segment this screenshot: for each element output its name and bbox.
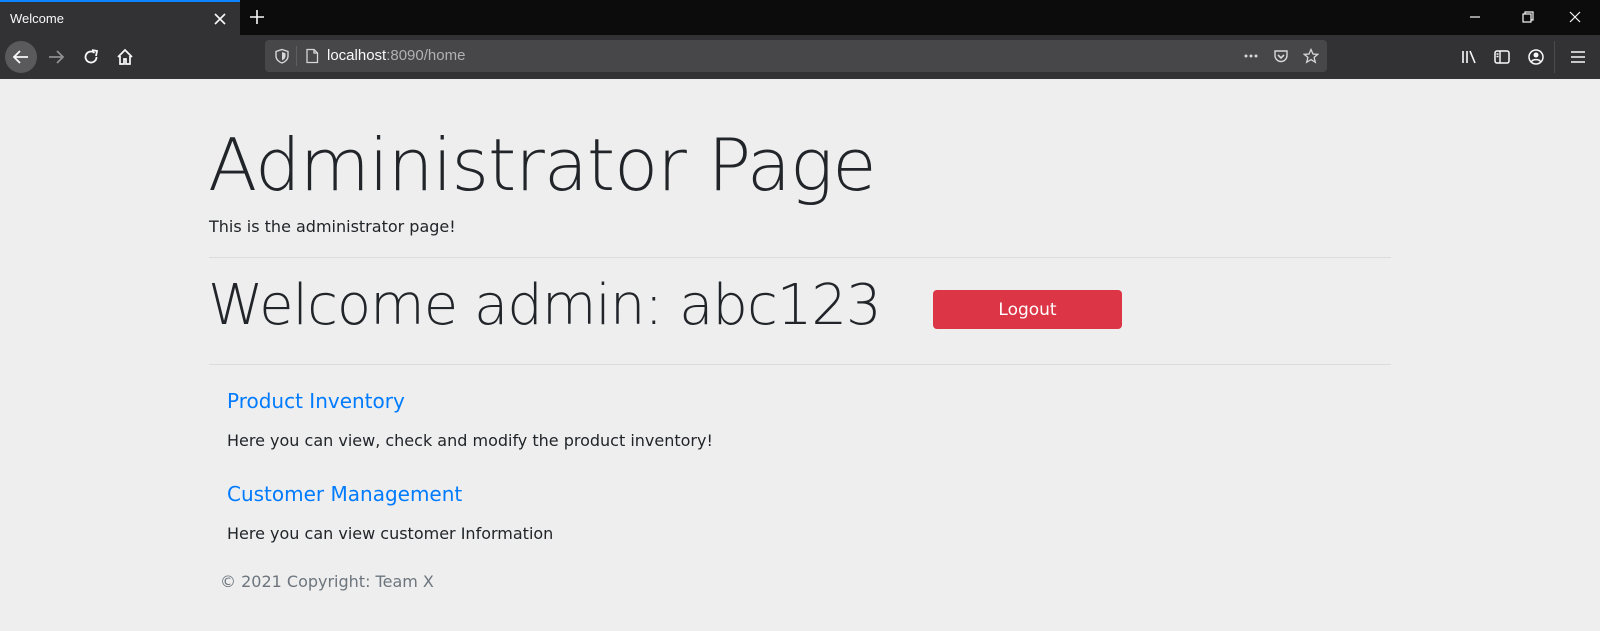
page-title: Administrator Page	[208, 123, 877, 207]
new-tab-icon[interactable]	[248, 8, 266, 26]
page-subtitle: This is the administrator page!	[209, 217, 456, 236]
browser-tab[interactable]: Welcome	[0, 0, 240, 35]
library-icon[interactable]	[1460, 48, 1478, 66]
url-text[interactable]: localhost:8090/home	[327, 47, 465, 64]
product-inventory-link[interactable]: Product Inventory	[227, 389, 405, 413]
nav-toolbar: localhost:8090/home	[0, 35, 1600, 79]
tab-title: Welcome	[10, 11, 64, 26]
divider	[209, 257, 1391, 258]
page-content: Administrator Page This is the administr…	[0, 79, 1600, 631]
url-path: :8090/home	[386, 47, 466, 64]
reload-icon	[84, 49, 99, 64]
url-host: localhost	[327, 47, 387, 64]
bookmark-star-icon[interactable]	[1303, 48, 1319, 64]
arrow-right-icon	[49, 50, 65, 64]
customer-management-link[interactable]: Customer Management	[227, 482, 462, 506]
pocket-icon[interactable]	[1273, 48, 1289, 64]
home-icon	[117, 48, 133, 65]
shield-icon[interactable]	[274, 48, 290, 64]
back-button[interactable]	[5, 41, 37, 73]
divider	[209, 364, 1391, 365]
more-actions-icon[interactable]	[1243, 48, 1259, 64]
home-button[interactable]	[109, 41, 141, 73]
restore-icon[interactable]	[1521, 10, 1535, 24]
page-icon[interactable]	[304, 48, 320, 64]
close-tab-icon[interactable]	[212, 11, 228, 27]
logout-button[interactable]: Logout	[933, 290, 1122, 329]
window-close-icon[interactable]	[1568, 10, 1582, 24]
sidebar-icon[interactable]	[1493, 48, 1511, 66]
forward-button[interactable]	[40, 41, 72, 73]
tab-bar: Welcome	[0, 0, 1600, 35]
account-icon[interactable]	[1527, 48, 1545, 66]
welcome-heading: Welcome admin: abc123	[208, 273, 882, 338]
product-inventory-description: Here you can view, check and modify the …	[227, 431, 713, 450]
address-bar[interactable]: localhost:8090/home	[265, 40, 1327, 72]
footer-copyright: © 2021 Copyright: Team X	[220, 572, 434, 591]
minimize-icon[interactable]	[1468, 10, 1482, 24]
toolbar-separator	[1554, 41, 1555, 73]
customer-management-description: Here you can view customer Information	[227, 524, 554, 543]
url-separator	[296, 46, 297, 66]
reload-button[interactable]	[75, 41, 107, 73]
arrow-left-icon	[12, 50, 28, 64]
menu-icon[interactable]	[1569, 48, 1587, 66]
